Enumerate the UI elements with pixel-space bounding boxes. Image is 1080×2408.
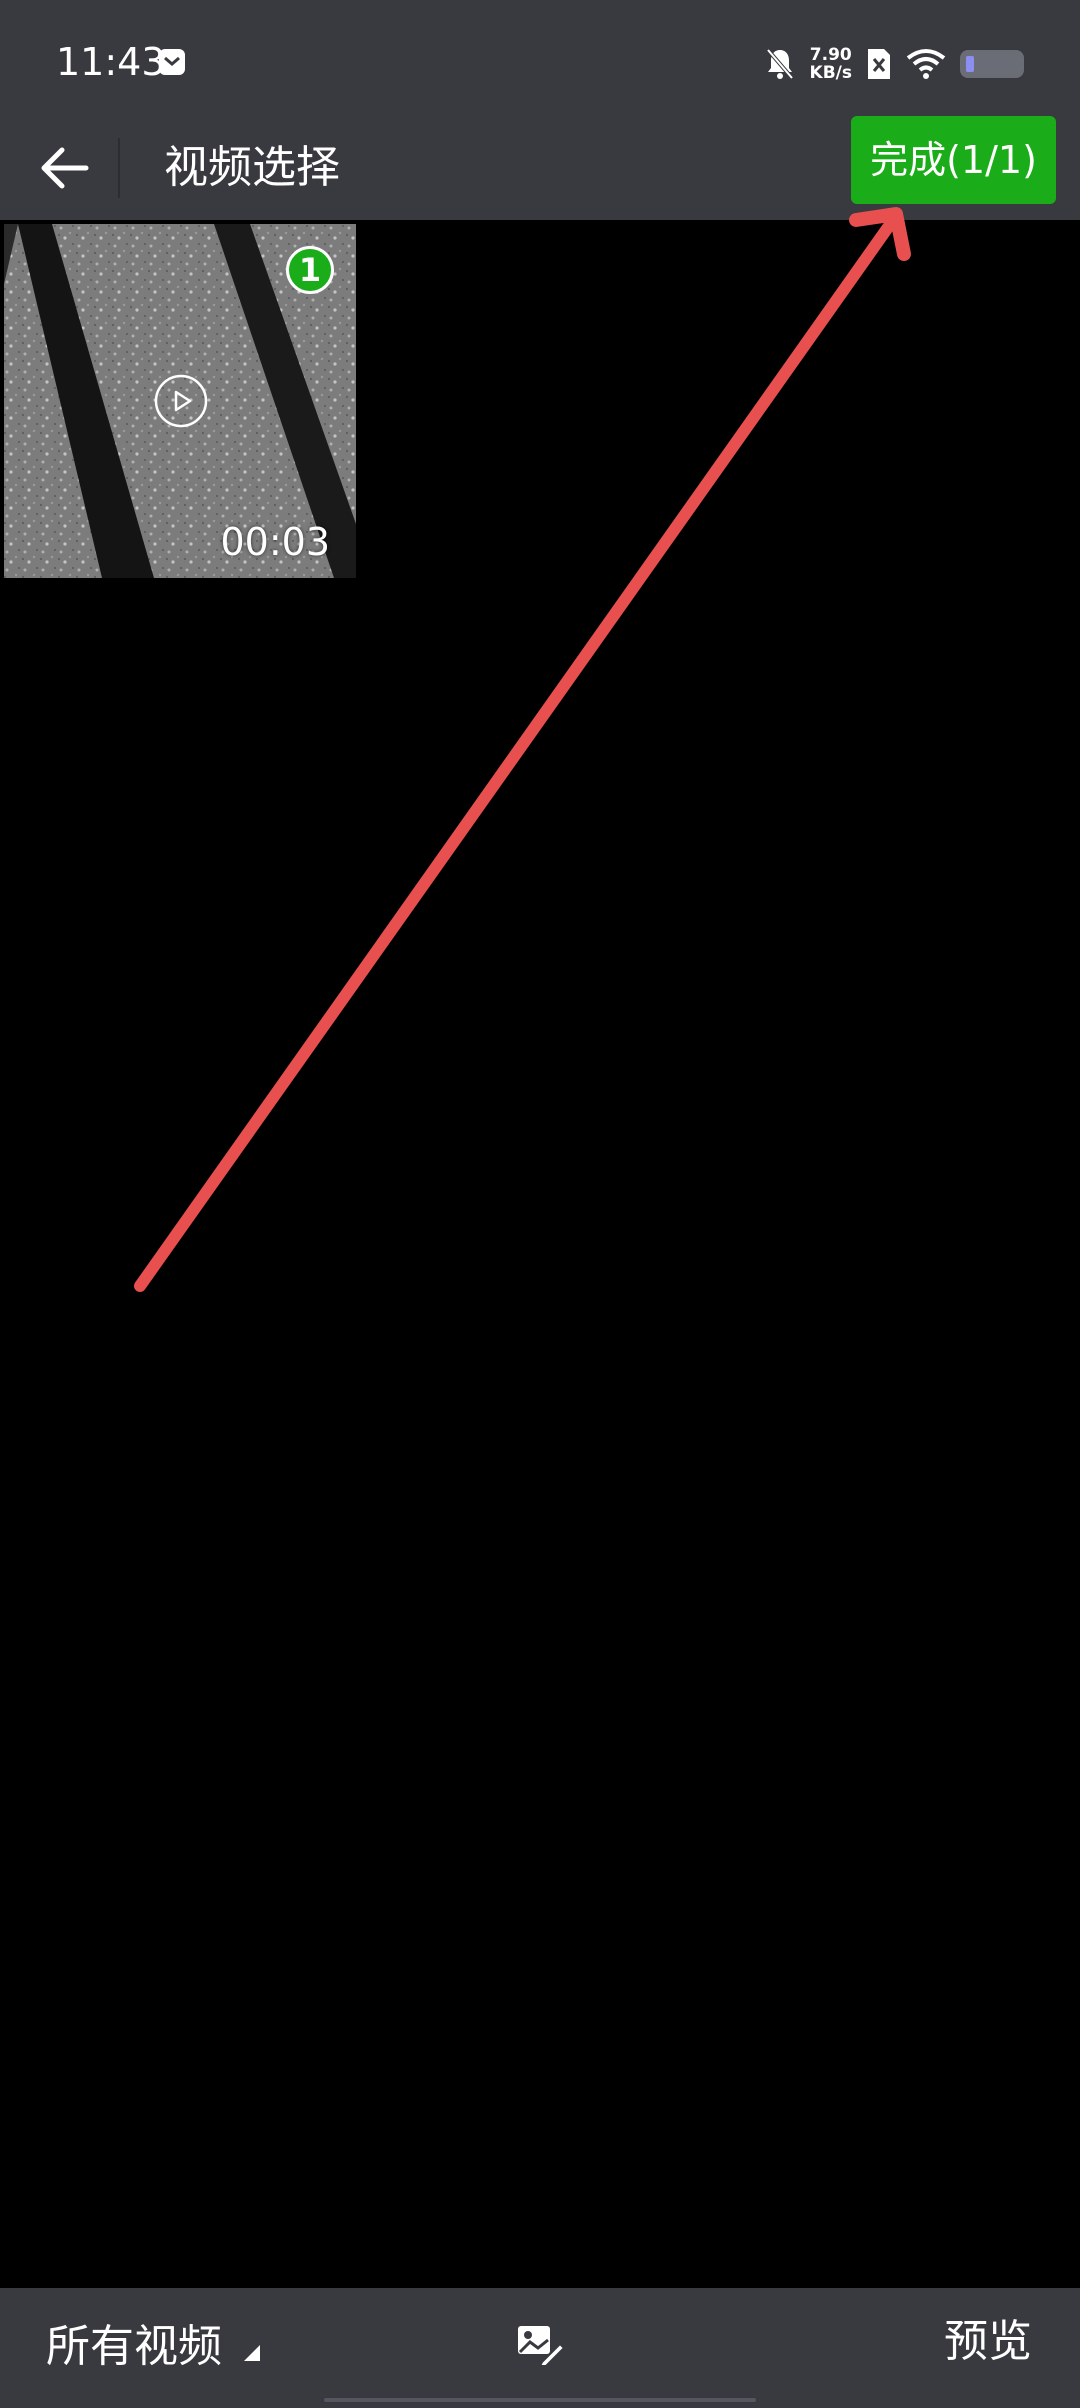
no-sim-icon — [868, 49, 890, 79]
bell-muted-icon — [766, 48, 794, 80]
preview-button[interactable]: 预览 — [944, 2310, 1032, 2374]
back-arrow-icon[interactable] — [28, 132, 100, 204]
image-edit-icon[interactable] — [514, 2318, 564, 2368]
album-selector[interactable]: 所有视频 — [46, 2310, 260, 2374]
app-bar: 视频选择 完成(1/1) — [0, 116, 1080, 220]
home-indicator[interactable] — [324, 2398, 756, 2402]
dropdown-triangle-icon — [244, 2345, 260, 2361]
status-bar: 11:43 7.90 KB/s — [0, 0, 1080, 116]
bottom-bar: 所有视频 预览 — [0, 2288, 1080, 2408]
selection-index-badge[interactable]: 1 — [286, 246, 334, 294]
network-speed-unit: KB/s — [809, 63, 852, 83]
message-notification-icon — [159, 49, 185, 75]
status-icons: 7.90 KB/s — [764, 40, 1024, 88]
play-icon — [154, 374, 208, 428]
network-speed: 7.90 KB/s — [810, 46, 852, 82]
album-selector-label: 所有视频 — [46, 2321, 222, 2372]
app-bar-divider — [118, 138, 120, 198]
video-select-screen: 11:43 7.90 KB/s 视频选择 完成(1/1) 1 00:03 所有视… — [0, 0, 1080, 2408]
status-time: 11:43 — [56, 40, 166, 84]
video-thumbnail[interactable]: 1 00:03 — [4, 224, 356, 578]
wifi-icon — [906, 49, 946, 79]
network-speed-value: 7.90 — [809, 45, 852, 65]
battery-level-fill — [966, 56, 974, 72]
page-title: 视频选择 — [164, 142, 340, 193]
battery-icon — [960, 50, 1024, 78]
video-duration: 00:03 — [220, 520, 330, 564]
done-button[interactable]: 完成(1/1) — [851, 116, 1056, 204]
